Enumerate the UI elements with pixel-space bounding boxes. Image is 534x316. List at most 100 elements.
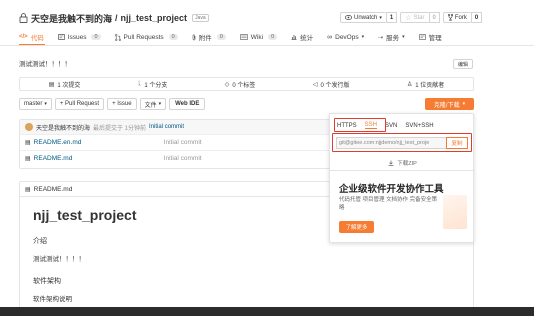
chevron-down-icon: ▾ bbox=[379, 14, 382, 21]
clone-url-input[interactable] bbox=[336, 136, 446, 149]
tab-devops[interactable]: ∞ DevOps ▾ bbox=[327, 30, 364, 44]
tab-devops-label: DevOps bbox=[335, 33, 359, 41]
readme-text: 测试测试！！！！ bbox=[33, 256, 85, 263]
star-button[interactable]: ☆ Star bbox=[400, 12, 429, 23]
promo-description: 代码托管 项目管理 文档协作 完备安全策略 bbox=[339, 197, 438, 211]
repo-owner-link[interactable]: 天空是我触不到的海 bbox=[31, 12, 112, 25]
lock-icon bbox=[19, 13, 28, 23]
stat-commits[interactable]: ▤ 1 次提交 bbox=[49, 80, 81, 89]
tab-wiki-count: 0 bbox=[268, 34, 278, 40]
tab-issues-count: 0 bbox=[91, 34, 101, 40]
protocol-tab-svn-ssh[interactable]: SVN+SSH bbox=[405, 123, 433, 129]
repo-path-separator: / bbox=[115, 13, 118, 23]
file-name-link[interactable]: README.md bbox=[34, 155, 164, 162]
tab-attachments[interactable]: 附件 0 bbox=[192, 30, 226, 44]
protocol-tabs-highlight bbox=[334, 118, 386, 132]
tab-manage-label: 管理 bbox=[428, 35, 442, 42]
edit-description-button[interactable]: 编辑 bbox=[453, 59, 473, 69]
repo-tabs: </> 代码 Issues 0 Pull Requests 0 附件 0 Wik… bbox=[19, 30, 442, 44]
readme-title: njj_test_project bbox=[33, 207, 137, 223]
clone-panel-divider bbox=[330, 170, 475, 171]
tab-wiki[interactable]: Wiki 0 bbox=[239, 30, 278, 44]
star-icon: ☆ bbox=[405, 14, 412, 22]
services-icon: ⇢ bbox=[378, 34, 384, 41]
download-zip-label: 下载ZIP bbox=[397, 161, 417, 167]
bar-chart-icon bbox=[291, 34, 297, 40]
star-count[interactable]: 0 bbox=[428, 12, 440, 23]
issues-icon bbox=[57, 34, 65, 40]
tab-services[interactable]: ⇢ 服务 ▾ bbox=[378, 30, 405, 44]
file-name-link[interactable]: README.en.md bbox=[34, 139, 164, 146]
chevron-down-icon: ▾ bbox=[361, 34, 365, 40]
tab-attachments-label: 附件 bbox=[198, 35, 212, 42]
repo-stats-bar: ▤ 1 次提交 ᚳ 1 个分支 ◇ 0 个标签 ◁ 0 个发行版 ♙ 1 位贡献… bbox=[19, 77, 474, 91]
stat-contributors[interactable]: ♙ 1 位贡献者 bbox=[407, 80, 444, 89]
stat-tags[interactable]: ◇ 0 个标签 bbox=[225, 80, 256, 89]
chevron-down-icon: ▾ bbox=[402, 34, 405, 40]
learn-more-button[interactable]: 了解更多 bbox=[339, 221, 374, 233]
fork-label: Fork bbox=[454, 14, 467, 21]
clone-panel: HTTPS SSH SVN SVN+SSH 复制 下载ZIP 企业级软件开发协作… bbox=[329, 113, 475, 243]
avatar[interactable] bbox=[25, 123, 33, 131]
stat-tags-label: 0 个标签 bbox=[232, 82, 256, 89]
commit-icon: ▤ bbox=[48, 81, 55, 88]
wiki-icon bbox=[239, 34, 248, 40]
tab-code[interactable]: </> 代码 bbox=[19, 30, 44, 44]
readme-filename: README.md bbox=[33, 185, 73, 193]
readme-section-heading: 介绍 bbox=[33, 238, 47, 245]
file-commit-message[interactable]: Initial commit bbox=[164, 155, 202, 162]
paperclip-icon bbox=[192, 34, 196, 41]
readme-text: 软件架构说明 bbox=[33, 296, 72, 303]
tab-manage[interactable]: 管理 bbox=[418, 30, 442, 44]
new-pull-request-button[interactable]: + Pull Request bbox=[54, 98, 105, 110]
tab-pull-requests-label: Pull Requests bbox=[123, 33, 164, 41]
stat-branches-label: 1 个分支 bbox=[144, 82, 168, 89]
stat-branches[interactable]: ᚳ 1 个分支 bbox=[138, 80, 168, 89]
copy-button[interactable]: 复制 bbox=[446, 136, 468, 149]
pull-request-icon bbox=[114, 33, 121, 41]
branch-icon: ᚳ bbox=[137, 81, 142, 87]
download-zip-link[interactable]: 下载ZIP bbox=[330, 159, 475, 167]
unwatch-label: Unwatch bbox=[354, 14, 378, 21]
files-dropdown[interactable]: 文件 ▾ bbox=[139, 98, 167, 110]
promo-decoration bbox=[443, 195, 467, 229]
commit-meta: 最后提交于 1分钟前 bbox=[93, 125, 147, 132]
tab-stats[interactable]: 统计 bbox=[291, 30, 313, 44]
tab-issues[interactable]: Issues 0 bbox=[57, 30, 101, 44]
tab-issues-label: Issues bbox=[67, 33, 87, 41]
web-ide-button[interactable]: Web IDE bbox=[169, 98, 206, 110]
stat-releases[interactable]: ◁ 0 个发行版 bbox=[313, 80, 350, 89]
tabs-divider bbox=[0, 45, 534, 46]
stat-contributors-label: 1 位贡献者 bbox=[415, 82, 445, 89]
watch-count[interactable]: 1 bbox=[385, 12, 398, 23]
tab-pull-requests[interactable]: Pull Requests 0 bbox=[114, 30, 178, 44]
branch-select-value: master bbox=[24, 101, 43, 107]
unwatch-group: Unwatch ▾ 1 bbox=[340, 12, 398, 23]
promo-card: 企业级软件开发协作工具 代码托管 项目管理 文档协作 完备安全策略 了解更多 bbox=[334, 175, 471, 239]
files-dropdown-label: 文件 bbox=[144, 102, 157, 109]
fork-count[interactable]: 0 bbox=[470, 12, 483, 23]
file-commit-message[interactable]: Initial commit bbox=[164, 139, 202, 146]
star-label: Star bbox=[413, 14, 425, 21]
branch-select[interactable]: master ▾ bbox=[19, 98, 52, 110]
file-icon: ▤ bbox=[25, 186, 31, 193]
contributors-icon: ♙ bbox=[406, 81, 413, 88]
new-issue-button[interactable]: + Issue bbox=[107, 98, 137, 110]
tab-code-label: 代码 bbox=[30, 35, 44, 42]
tab-stats-label: 统计 bbox=[300, 35, 314, 42]
repo-header: 天空是我触不到的海 / njj_test_project Java bbox=[19, 11, 209, 25]
repo-description: 测试测试！！！！ bbox=[19, 61, 71, 68]
clone-download-button[interactable]: 克隆/下载 ▾ bbox=[425, 98, 474, 110]
unwatch-button[interactable]: Unwatch ▾ bbox=[340, 12, 386, 23]
fork-button[interactable]: Fork bbox=[442, 12, 471, 23]
stat-commits-label: 1 次提交 bbox=[57, 82, 81, 89]
commit-message-link[interactable]: Initial commit bbox=[149, 124, 184, 130]
bottom-bar bbox=[0, 307, 534, 316]
repo-actions: Unwatch ▾ 1 ☆ Star 0 Fork 0 bbox=[340, 12, 483, 23]
protocol-tab-svn[interactable]: SVN bbox=[385, 123, 397, 129]
commit-author[interactable]: 天空是我触不到的海 bbox=[36, 123, 90, 132]
download-icon bbox=[388, 160, 394, 166]
tab-attachments-count: 0 bbox=[216, 34, 226, 40]
repo-name-link[interactable]: njj_test_project bbox=[121, 13, 188, 23]
repo-toolbar: master ▾ + Pull Request + Issue 文件 ▾ Web… bbox=[19, 98, 206, 110]
